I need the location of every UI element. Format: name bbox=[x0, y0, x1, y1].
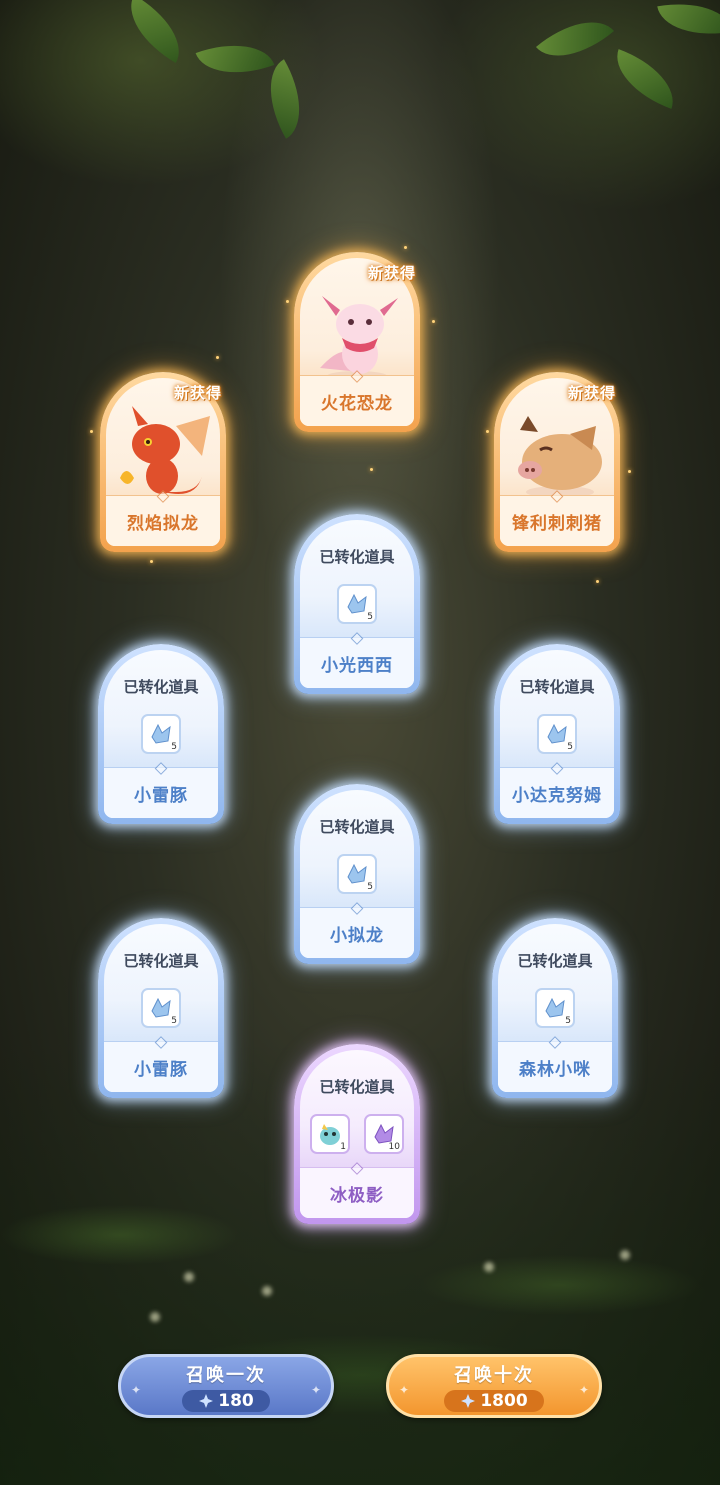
crystal-item-icon: 5 bbox=[337, 854, 377, 894]
firefly bbox=[184, 1272, 194, 1282]
card-name: 小拟龙 bbox=[300, 908, 414, 958]
sparkle bbox=[432, 320, 435, 323]
button-label: 召唤十次 bbox=[454, 1364, 534, 1386]
card-name: 小雷豚 bbox=[104, 1042, 218, 1092]
sparkle-icon: ✦ bbox=[310, 1383, 321, 1397]
creature-fragment-icon: 1 bbox=[310, 1114, 350, 1154]
leaf-decoration bbox=[115, 0, 195, 63]
cost-pill: 1800 bbox=[444, 1389, 544, 1412]
sparkle bbox=[370, 468, 373, 471]
item-quantity: 5 bbox=[565, 1016, 571, 1026]
firefly bbox=[262, 1286, 272, 1296]
item-quantity: 5 bbox=[367, 882, 373, 892]
item-quantity: 5 bbox=[171, 742, 177, 752]
card-name: 锋利刺刺猪 bbox=[500, 496, 614, 546]
crystal-item-icon: 5 bbox=[535, 988, 575, 1028]
card-name: 小达克努姆 bbox=[500, 768, 614, 818]
summon-card-converted[interactable]: 已转化道具 5 小雷豚 bbox=[98, 644, 224, 824]
sparkle bbox=[596, 580, 599, 583]
card-name: 火花恐龙 bbox=[300, 376, 414, 426]
summon-once-button[interactable]: ✦ ✦ 召唤一次 180 bbox=[118, 1354, 334, 1418]
firefly bbox=[620, 1250, 630, 1260]
sparkle bbox=[150, 560, 153, 563]
crystal-item-icon: 5 bbox=[141, 714, 181, 754]
crystal-item-icon: 5 bbox=[141, 988, 181, 1028]
sparkle bbox=[628, 470, 631, 473]
crystal-item-icon: 5 bbox=[537, 714, 577, 754]
card-name: 森林小咪 bbox=[498, 1042, 612, 1092]
sparkle bbox=[216, 356, 219, 359]
item-quantity: 5 bbox=[171, 1016, 177, 1026]
card-name: 小光西西 bbox=[300, 638, 414, 688]
card-name: 冰极影 bbox=[300, 1168, 414, 1218]
purple-crystal-item-icon: 10 bbox=[364, 1114, 404, 1154]
new-badge: 新获得 bbox=[174, 384, 223, 402]
summon-ten-button[interactable]: ✦ ✦ 召唤十次 1800 bbox=[386, 1354, 602, 1418]
leaf-decoration bbox=[195, 29, 275, 89]
sparkle bbox=[486, 430, 489, 433]
sparkle bbox=[286, 300, 289, 303]
summon-card-converted[interactable]: 已转化道具 5 小达克努姆 bbox=[494, 644, 620, 824]
cost-value: 180 bbox=[218, 1390, 254, 1411]
converted-label: 已转化道具 bbox=[123, 678, 199, 696]
firefly bbox=[484, 1262, 494, 1272]
item-quantity: 5 bbox=[367, 612, 373, 622]
item-quantity: 10 bbox=[388, 1142, 400, 1152]
summon-card-converted-rare[interactable]: 已转化道具 1 10 冰极影 bbox=[294, 1044, 420, 1224]
crystal-currency-icon bbox=[199, 1393, 214, 1408]
converted-label: 已转化道具 bbox=[519, 678, 595, 696]
new-badge: 新获得 bbox=[368, 264, 417, 282]
summon-card-converted[interactable]: 已转化道具 5 森林小咪 bbox=[492, 918, 618, 1098]
summon-card-converted[interactable]: 已转化道具 5 小光西西 bbox=[294, 514, 420, 694]
card-name: 小雷豚 bbox=[104, 768, 218, 818]
summon-card-converted[interactable]: 已转化道具 5 小雷豚 bbox=[98, 918, 224, 1098]
sparkle bbox=[90, 430, 93, 433]
sparkle bbox=[404, 246, 407, 249]
card-name: 烈焰拟龙 bbox=[106, 496, 220, 546]
item-quantity: 1 bbox=[340, 1142, 346, 1152]
item-quantity: 5 bbox=[567, 742, 573, 752]
sparkle-icon: ✦ bbox=[131, 1383, 142, 1397]
leaf-decoration bbox=[251, 59, 319, 139]
button-label: 召唤一次 bbox=[186, 1364, 266, 1386]
converted-label: 已转化道具 bbox=[517, 952, 593, 970]
crystal-item-icon: 5 bbox=[337, 584, 377, 624]
leaf-decoration bbox=[605, 49, 685, 109]
converted-label: 已转化道具 bbox=[319, 1078, 395, 1096]
leaf-decoration bbox=[657, 0, 720, 44]
cost-pill: 180 bbox=[182, 1389, 270, 1412]
cost-value: 1800 bbox=[480, 1390, 528, 1411]
sparkle-icon: ✦ bbox=[578, 1383, 589, 1397]
sparkle-icon: ✦ bbox=[399, 1383, 410, 1397]
new-badge: 新获得 bbox=[568, 384, 617, 402]
converted-label: 已转化道具 bbox=[319, 548, 395, 566]
summon-card-converted[interactable]: 已转化道具 5 小拟龙 bbox=[294, 784, 420, 964]
converted-label: 已转化道具 bbox=[123, 952, 199, 970]
firefly bbox=[150, 1312, 160, 1322]
crystal-currency-icon bbox=[461, 1393, 476, 1408]
leaf-decoration bbox=[535, 1, 615, 77]
converted-label: 已转化道具 bbox=[319, 818, 395, 836]
